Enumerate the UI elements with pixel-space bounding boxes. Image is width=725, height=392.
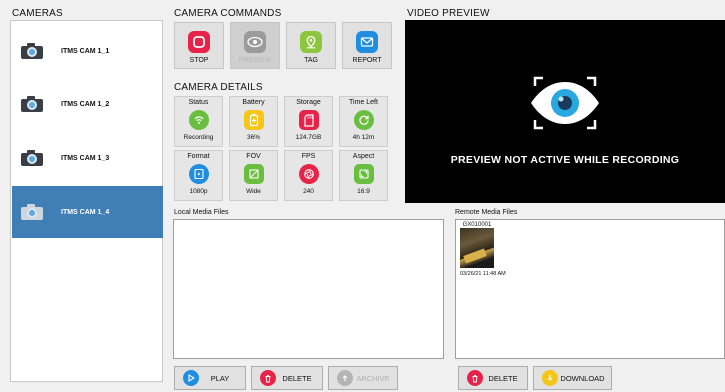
trash-icon: [260, 370, 276, 386]
remote-delete-button[interactable]: DELETE: [458, 366, 528, 390]
film-icon: [188, 164, 209, 184]
aperture-icon: [298, 164, 319, 184]
video-preview-title: VIDEO PREVIEW: [407, 8, 490, 19]
archive-button-label: ARCHIVE: [356, 373, 390, 383]
time-left-tile-value: 4h 12m: [352, 134, 375, 141]
local-media-list[interactable]: [173, 219, 444, 359]
camera-item-label: ITMS CAM 1_2: [61, 100, 110, 108]
upload-icon: [337, 370, 353, 386]
crop-icon: [243, 164, 264, 184]
camera-icon: [21, 150, 43, 166]
camera-item-label: ITMS CAM 1_1: [61, 47, 110, 55]
play-button[interactable]: PLAY: [174, 366, 246, 390]
fov-tile: FOV Wide: [229, 150, 278, 201]
status-tile-value: Recording: [183, 134, 214, 141]
fov-tile-value: Wide: [246, 188, 261, 195]
battery-tile: Battery 36%: [229, 96, 278, 147]
preview-button-label: PREVIEW: [238, 57, 272, 64]
time-left-tile-title: Time Left: [349, 99, 378, 106]
refresh-icon: [353, 110, 374, 130]
delete-button-label: DELETE: [488, 373, 518, 383]
camera-icon: [21, 96, 43, 112]
location-pin-icon: [300, 31, 322, 53]
archive-button[interactable]: ARCHIVE: [328, 366, 398, 390]
camera-details-title: CAMERA DETAILS: [174, 82, 263, 93]
storage-tile-value: 124.7GB: [295, 134, 322, 141]
tag-button[interactable]: TAG: [286, 22, 336, 69]
format-tile-title: Format: [187, 153, 210, 160]
cameras-title: CAMERAS: [12, 8, 63, 19]
camera-list: ITMS CAM 1_1 ITMS CAM 1_2 ITMS CAM 1_3 I…: [10, 20, 163, 382]
storage-tile: Storage 124.7GB: [284, 96, 333, 147]
status-tile-title: Status: [188, 99, 209, 106]
camera-item-2[interactable]: ITMS CAM 1_2: [12, 78, 163, 130]
stop-button-label: STOP: [189, 57, 209, 64]
remote-media-title: Remote Media Files: [455, 209, 518, 216]
video-preview-panel: PREVIEW NOT ACTIVE WHILE RECORDING: [405, 20, 725, 203]
mail-icon: [356, 31, 378, 53]
camera-item-3[interactable]: ITMS CAM 1_3: [12, 132, 163, 184]
aspect-tile-value: 16:9: [357, 188, 370, 195]
remote-file-item[interactable]: GX010001 03/26/21 11:48 AM: [460, 222, 506, 277]
video-thumbnail: [460, 228, 494, 268]
battery-icon: [243, 110, 264, 130]
storage-tile-title: Storage: [296, 99, 321, 106]
aspect-tile: Aspect 16:9: [339, 150, 388, 201]
report-button-label: REPORT: [352, 57, 382, 64]
format-tile: Format 1080p: [174, 150, 223, 201]
battery-tile-title: Battery: [242, 99, 265, 106]
camera-icon: [21, 204, 43, 220]
camera-item-label: ITMS CAM 1_4: [61, 208, 110, 216]
eye-icon: [244, 31, 266, 53]
time-left-tile: Time Left 4h 12m: [339, 96, 388, 147]
trash-icon: [467, 370, 483, 386]
delete-button-label: DELETE: [282, 373, 312, 383]
aspect-ratio-icon: [353, 164, 374, 184]
tag-button-label: TAG: [304, 57, 318, 64]
download-button-label: DOWNLOAD: [560, 373, 605, 383]
format-tile-value: 1080p: [189, 188, 208, 195]
stop-icon: [188, 31, 210, 53]
preview-button[interactable]: PREVIEW: [230, 22, 280, 69]
remote-file-date: 03/26/21 11:48 AM: [460, 271, 506, 277]
battery-tile-value: 36%: [246, 134, 260, 141]
play-icon: [183, 370, 199, 386]
aspect-tile-title: Aspect: [352, 153, 375, 160]
report-button[interactable]: REPORT: [342, 22, 392, 69]
camera-item-1[interactable]: ITMS CAM 1_1: [12, 25, 163, 77]
camera-item-4[interactable]: ITMS CAM 1_4: [12, 186, 163, 238]
fov-tile-title: FOV: [246, 153, 261, 160]
remote-media-list[interactable]: GX010001 03/26/21 11:48 AM: [455, 219, 725, 359]
fps-tile-value: 240: [303, 188, 314, 195]
stop-button[interactable]: STOP: [174, 22, 224, 69]
download-icon: [542, 370, 558, 386]
camera-commands-title: CAMERA COMMANDS: [174, 8, 282, 19]
sd-card-icon: [298, 110, 319, 130]
camera-icon: [21, 43, 43, 59]
local-delete-button[interactable]: DELETE: [251, 366, 323, 390]
camera-item-label: ITMS CAM 1_3: [61, 154, 110, 162]
download-button[interactable]: DOWNLOAD: [533, 366, 612, 390]
play-button-label: PLAY: [210, 373, 230, 383]
eye-focus-icon: [531, 76, 599, 130]
status-tile: Status Recording: [174, 96, 223, 147]
local-media-title: Local Media Files: [174, 209, 229, 216]
wifi-icon: [188, 110, 209, 130]
fps-tile: FPS 240: [284, 150, 333, 201]
fps-tile-title: FPS: [301, 153, 316, 160]
preview-status-message: PREVIEW NOT ACTIVE WHILE RECORDING: [450, 154, 680, 166]
